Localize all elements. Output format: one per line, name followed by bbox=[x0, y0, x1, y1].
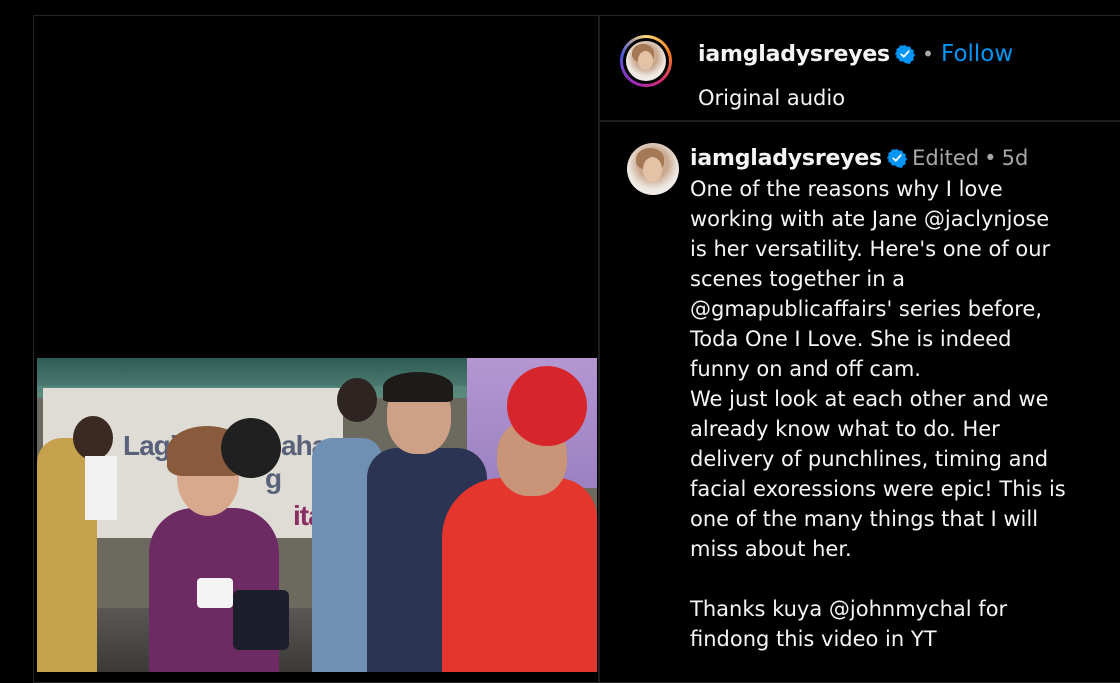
post-time-ago[interactable]: 5d bbox=[1002, 146, 1029, 170]
caption-line: scenes together in a bbox=[690, 267, 906, 291]
meta-separator: • bbox=[984, 146, 997, 170]
caption-line: facial exoressions were epic! This is bbox=[690, 477, 1066, 501]
video-paper bbox=[85, 456, 117, 520]
video-person-left-head bbox=[73, 416, 113, 460]
caption-line: funny on and off cam. bbox=[690, 357, 921, 381]
original-audio-link[interactable]: Original audio bbox=[698, 86, 845, 110]
caption-line: already know what to do. Her bbox=[690, 417, 1000, 441]
caption-avatar-face bbox=[643, 157, 662, 182]
verified-badge-icon bbox=[887, 149, 908, 168]
caption-line: We just look at each other and we bbox=[690, 387, 1049, 411]
caption-line: delivery of punchlines, timing and bbox=[690, 447, 1049, 471]
caption-section: iamgladysreyes Edited • 5d One of the re… bbox=[600, 122, 1120, 682]
caption-author-avatar[interactable] bbox=[627, 143, 679, 195]
reel-video[interactable]: Lagi ahan g itar bbox=[37, 358, 597, 672]
caption-line: @gmapublicaffairs' series before, bbox=[690, 297, 1043, 321]
post-side-panel: iamgladysreyes • Follow Original audio .… bbox=[600, 16, 1120, 682]
caption-line: miss about her. bbox=[690, 537, 852, 561]
video-person-woman-bag bbox=[233, 590, 289, 650]
header-title-row: iamgladysreyes • Follow bbox=[698, 41, 1013, 67]
caption-meta-row: iamgladysreyes Edited • 5d bbox=[690, 146, 1028, 171]
edited-label: Edited bbox=[912, 146, 980, 170]
caption-author-username[interactable]: iamgladysreyes bbox=[690, 146, 882, 171]
caption-line: Toda One I Love. She is indeed bbox=[690, 327, 1012, 351]
video-person-back-head bbox=[221, 418, 281, 478]
video-person-red-hat bbox=[507, 366, 587, 446]
caption-text: One of the reasons why I love working wit… bbox=[690, 174, 1120, 654]
post-modal: Lagi ahan g itar bbox=[33, 15, 1120, 683]
author-avatar[interactable] bbox=[620, 35, 672, 87]
video-person-man-hair bbox=[383, 372, 453, 402]
avatar-image bbox=[626, 41, 666, 81]
media-panel: Lagi ahan g itar bbox=[34, 16, 598, 682]
caption-line: Thanks kuya @johnmychal for bbox=[690, 597, 1008, 621]
video-person-blue-head bbox=[337, 378, 377, 422]
video-person-woman-paper bbox=[197, 578, 233, 608]
header-separator: • bbox=[922, 42, 934, 66]
author-username[interactable]: iamgladysreyes bbox=[698, 42, 890, 67]
avatar-ring-inner bbox=[623, 38, 669, 84]
avatar-face bbox=[638, 51, 653, 70]
caption-line: is her versatility. Here's one of our bbox=[690, 237, 1051, 261]
caption-line: one of the many things that I will bbox=[690, 507, 1039, 531]
follow-button[interactable]: Follow bbox=[941, 41, 1013, 67]
caption-line: working with ate Jane @jaclynjose bbox=[690, 207, 1050, 231]
post-header: iamgladysreyes • Follow Original audio .… bbox=[600, 16, 1120, 120]
video-person-red bbox=[442, 478, 597, 672]
caption-line: findong this video in YT bbox=[690, 627, 937, 651]
caption-line: One of the reasons why I love bbox=[690, 177, 1003, 201]
verified-badge-icon bbox=[895, 45, 916, 64]
caption-line bbox=[690, 564, 1120, 594]
